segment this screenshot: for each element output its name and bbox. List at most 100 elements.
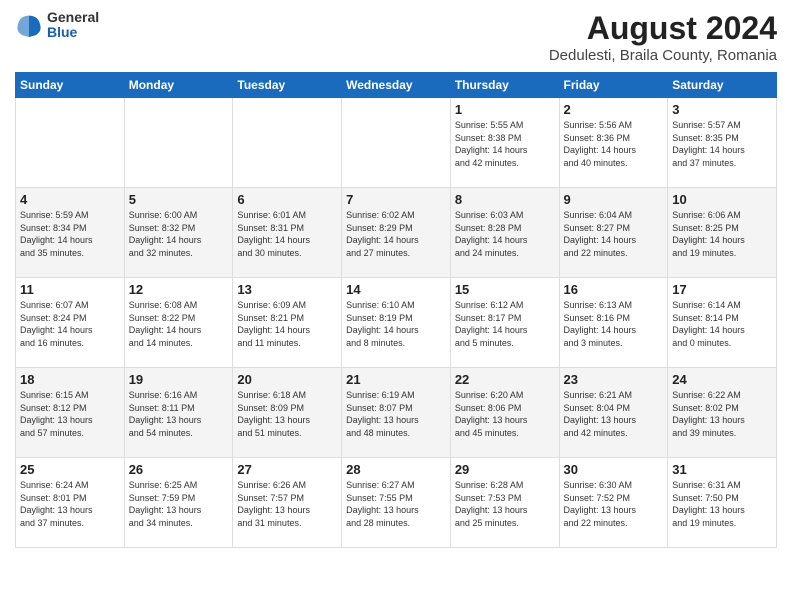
day-number: 27 xyxy=(237,462,337,477)
week-row-4: 18 Sunrise: 6:15 AM Sunset: 8:12 PM Dayli… xyxy=(16,368,777,458)
calendar-cell: 11 Sunrise: 6:07 AM Sunset: 8:24 PM Dayli… xyxy=(16,278,125,368)
day-info: Sunrise: 6:19 AM Sunset: 8:07 PM Dayligh… xyxy=(346,389,446,439)
calendar-cell: 4Sunrise: 5:59 AM Sunset: 8:34 PM Daylig… xyxy=(16,188,125,278)
week-row-2: 4Sunrise: 5:59 AM Sunset: 8:34 PM Daylig… xyxy=(16,188,777,278)
day-info: Sunrise: 6:04 AM Sunset: 8:27 PM Dayligh… xyxy=(564,209,664,259)
calendar-cell: 5Sunrise: 6:00 AM Sunset: 8:32 PM Daylig… xyxy=(124,188,233,278)
calendar-cell: 12 Sunrise: 6:08 AM Sunset: 8:22 PM Dayli… xyxy=(124,278,233,368)
calendar-cell: 10 Sunrise: 6:06 AM Sunset: 8:25 PM Dayli… xyxy=(668,188,777,278)
day-info: Sunrise: 6:06 AM Sunset: 8:25 PM Dayligh… xyxy=(672,209,772,259)
day-info: Sunrise: 6:16 AM Sunset: 8:11 PM Dayligh… xyxy=(129,389,229,439)
page-header: General Blue August 2024 Dedulesti, Brai… xyxy=(15,10,777,64)
day-number: 17 xyxy=(672,282,772,297)
calendar-cell: 25Sunrise: 6:24 AM Sunset: 8:01 PM Dayli… xyxy=(16,458,125,548)
calendar-cell: 7Sunrise: 6:02 AM Sunset: 8:29 PM Daylig… xyxy=(342,188,451,278)
day-info: Sunrise: 6:10 AM Sunset: 8:19 PM Dayligh… xyxy=(346,299,446,349)
main-title: August 2024 xyxy=(549,10,777,47)
header-row: SundayMondayTuesdayWednesdayThursdayFrid… xyxy=(16,73,777,98)
calendar-cell: 19 Sunrise: 6:16 AM Sunset: 8:11 PM Dayli… xyxy=(124,368,233,458)
calendar-header: SundayMondayTuesdayWednesdayThursdayFrid… xyxy=(16,73,777,98)
day-number: 30 xyxy=(564,462,664,477)
day-info: Sunrise: 6:28 AM Sunset: 7:53 PM Dayligh… xyxy=(455,479,555,529)
calendar-cell: 17Sunrise: 6:14 AM Sunset: 8:14 PM Dayli… xyxy=(668,278,777,368)
logo-text: General Blue xyxy=(47,10,99,41)
day-info: Sunrise: 5:57 AM Sunset: 8:35 PM Dayligh… xyxy=(672,119,772,169)
header-saturday: Saturday xyxy=(668,73,777,98)
header-friday: Friday xyxy=(559,73,668,98)
day-info: Sunrise: 6:15 AM Sunset: 8:12 PM Dayligh… xyxy=(20,389,120,439)
title-area: August 2024 Dedulesti, Braila County, Ro… xyxy=(549,10,777,64)
calendar-table: SundayMondayTuesdayWednesdayThursdayFrid… xyxy=(15,72,777,548)
header-monday: Monday xyxy=(124,73,233,98)
day-info: Sunrise: 6:08 AM Sunset: 8:22 PM Dayligh… xyxy=(129,299,229,349)
day-number: 23 xyxy=(564,372,664,387)
week-row-5: 25Sunrise: 6:24 AM Sunset: 8:01 PM Dayli… xyxy=(16,458,777,548)
calendar-cell: 20Sunrise: 6:18 AM Sunset: 8:09 PM Dayli… xyxy=(233,368,342,458)
day-number: 19 xyxy=(129,372,229,387)
day-number: 1 xyxy=(455,102,555,117)
calendar-cell: 18 Sunrise: 6:15 AM Sunset: 8:12 PM Dayli… xyxy=(16,368,125,458)
calendar-cell: 24 Sunrise: 6:22 AM Sunset: 8:02 PM Dayli… xyxy=(668,368,777,458)
day-number: 18 xyxy=(20,372,120,387)
day-number: 22 xyxy=(455,372,555,387)
day-info: Sunrise: 6:01 AM Sunset: 8:31 PM Dayligh… xyxy=(237,209,337,259)
day-info: Sunrise: 5:55 AM Sunset: 8:38 PM Dayligh… xyxy=(455,119,555,169)
calendar-cell xyxy=(124,98,233,188)
calendar-cell: 29 Sunrise: 6:28 AM Sunset: 7:53 PM Dayli… xyxy=(450,458,559,548)
day-number: 2 xyxy=(564,102,664,117)
header-wednesday: Wednesday xyxy=(342,73,451,98)
day-number: 9 xyxy=(564,192,664,207)
day-info: Sunrise: 6:30 AM Sunset: 7:52 PM Dayligh… xyxy=(564,479,664,529)
day-number: 11 xyxy=(20,282,120,297)
day-number: 13 xyxy=(237,282,337,297)
logo: General Blue xyxy=(15,10,99,41)
day-info: Sunrise: 6:12 AM Sunset: 8:17 PM Dayligh… xyxy=(455,299,555,349)
calendar-cell: 15Sunrise: 6:12 AM Sunset: 8:17 PM Dayli… xyxy=(450,278,559,368)
calendar-cell xyxy=(233,98,342,188)
day-number: 6 xyxy=(237,192,337,207)
day-number: 28 xyxy=(346,462,446,477)
logo-general: General xyxy=(47,10,99,25)
calendar-cell: 22Sunrise: 6:20 AM Sunset: 8:06 PM Dayli… xyxy=(450,368,559,458)
day-number: 21 xyxy=(346,372,446,387)
day-info: Sunrise: 6:18 AM Sunset: 8:09 PM Dayligh… xyxy=(237,389,337,439)
header-tuesday: Tuesday xyxy=(233,73,342,98)
day-info: Sunrise: 6:22 AM Sunset: 8:02 PM Dayligh… xyxy=(672,389,772,439)
day-number: 10 xyxy=(672,192,772,207)
day-number: 7 xyxy=(346,192,446,207)
calendar-cell: 14Sunrise: 6:10 AM Sunset: 8:19 PM Dayli… xyxy=(342,278,451,368)
day-number: 5 xyxy=(129,192,229,207)
calendar-cell: 9 Sunrise: 6:04 AM Sunset: 8:27 PM Daylig… xyxy=(559,188,668,278)
day-info: Sunrise: 6:25 AM Sunset: 7:59 PM Dayligh… xyxy=(129,479,229,529)
calendar-cell: 30 Sunrise: 6:30 AM Sunset: 7:52 PM Dayli… xyxy=(559,458,668,548)
day-number: 16 xyxy=(564,282,664,297)
day-number: 29 xyxy=(455,462,555,477)
calendar-body: 1 Sunrise: 5:55 AM Sunset: 8:38 PM Daylig… xyxy=(16,98,777,548)
day-info: Sunrise: 6:27 AM Sunset: 7:55 PM Dayligh… xyxy=(346,479,446,529)
calendar-cell: 28 Sunrise: 6:27 AM Sunset: 7:55 PM Dayli… xyxy=(342,458,451,548)
calendar-cell xyxy=(16,98,125,188)
subtitle: Dedulesti, Braila County, Romania xyxy=(549,47,777,64)
day-number: 25 xyxy=(20,462,120,477)
calendar-cell xyxy=(342,98,451,188)
day-info: Sunrise: 6:07 AM Sunset: 8:24 PM Dayligh… xyxy=(20,299,120,349)
calendar-cell: 1 Sunrise: 5:55 AM Sunset: 8:38 PM Daylig… xyxy=(450,98,559,188)
logo-blue: Blue xyxy=(47,25,99,40)
calendar-cell: 21 Sunrise: 6:19 AM Sunset: 8:07 PM Dayli… xyxy=(342,368,451,458)
day-number: 4 xyxy=(20,192,120,207)
header-sunday: Sunday xyxy=(16,73,125,98)
calendar-cell: 6 Sunrise: 6:01 AM Sunset: 8:31 PM Daylig… xyxy=(233,188,342,278)
day-info: Sunrise: 6:09 AM Sunset: 8:21 PM Dayligh… xyxy=(237,299,337,349)
day-info: Sunrise: 6:21 AM Sunset: 8:04 PM Dayligh… xyxy=(564,389,664,439)
week-row-3: 11 Sunrise: 6:07 AM Sunset: 8:24 PM Dayli… xyxy=(16,278,777,368)
day-number: 26 xyxy=(129,462,229,477)
calendar-cell: 23 Sunrise: 6:21 AM Sunset: 8:04 PM Dayli… xyxy=(559,368,668,458)
calendar-cell: 2 Sunrise: 5:56 AM Sunset: 8:36 PM Daylig… xyxy=(559,98,668,188)
week-row-1: 1 Sunrise: 5:55 AM Sunset: 8:38 PM Daylig… xyxy=(16,98,777,188)
calendar-cell: 31Sunrise: 6:31 AM Sunset: 7:50 PM Dayli… xyxy=(668,458,777,548)
day-info: Sunrise: 6:03 AM Sunset: 8:28 PM Dayligh… xyxy=(455,209,555,259)
day-number: 24 xyxy=(672,372,772,387)
header-thursday: Thursday xyxy=(450,73,559,98)
day-info: Sunrise: 5:56 AM Sunset: 8:36 PM Dayligh… xyxy=(564,119,664,169)
day-number: 12 xyxy=(129,282,229,297)
